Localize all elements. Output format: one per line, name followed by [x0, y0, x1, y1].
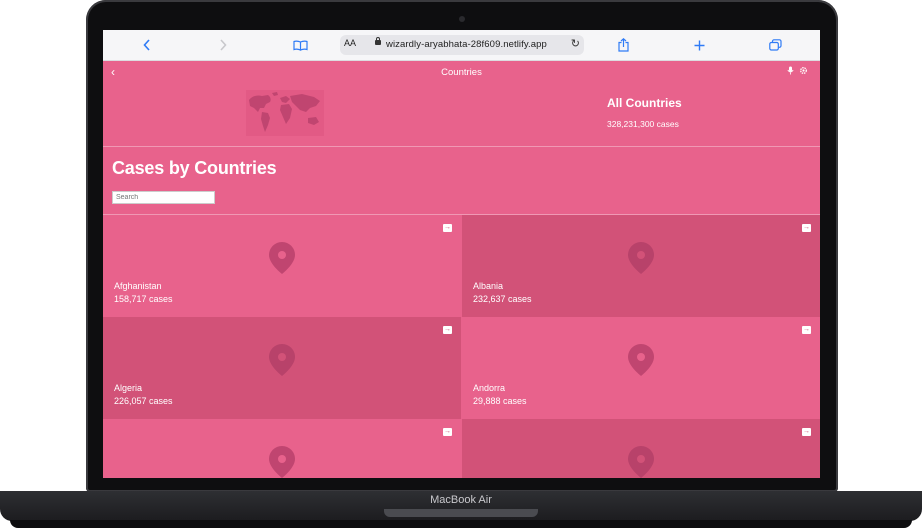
country-cases: 158,717 cases — [114, 294, 173, 304]
url-text: wizardly-aryabhata-28f609.netlify.app — [386, 39, 547, 50]
country-card[interactable]: → Albania 232,637 cases — [462, 215, 820, 317]
reload-icon[interactable]: ↻ — [571, 37, 580, 50]
arrow-right-icon[interactable]: → — [443, 326, 452, 334]
screen: AA wizardly-aryabhata-28f609.netlify.app… — [103, 30, 820, 478]
country-name: Algeria — [114, 383, 143, 393]
page-title: Countries — [441, 67, 482, 78]
country-card[interactable]: → — [462, 419, 820, 478]
country-name: Afghanistan — [114, 281, 162, 291]
laptop-base: MacBook Air — [0, 491, 922, 521]
camera — [459, 16, 465, 22]
map-pin-icon — [628, 242, 654, 274]
gear-icon[interactable] — [799, 66, 808, 77]
chevron-right-icon[interactable] — [213, 35, 233, 55]
hero-cases: 328,231,300 cases — [607, 119, 679, 129]
map-pin-icon — [628, 446, 654, 478]
map-pin-icon — [269, 242, 295, 274]
world-map-image — [246, 90, 324, 136]
tabs-icon[interactable] — [765, 35, 785, 55]
country-cases: 226,057 cases — [114, 396, 173, 406]
address-bar[interactable]: AA wizardly-aryabhata-28f609.netlify.app… — [340, 35, 584, 55]
hero-title: All Countries — [607, 96, 682, 110]
browser-toolbar: AA wizardly-aryabhata-28f609.netlify.app… — [103, 30, 820, 61]
plus-icon[interactable] — [689, 35, 709, 55]
map-pin-icon — [269, 446, 295, 478]
country-card[interactable]: → Algeria 226,057 cases — [103, 317, 461, 419]
microphone-icon[interactable] — [787, 66, 794, 77]
summary-hero: All Countries 328,231,300 cases — [103, 86, 820, 147]
arrow-right-icon[interactable]: → — [802, 326, 811, 334]
text-size-button[interactable]: AA — [344, 38, 356, 48]
search-input[interactable] — [112, 191, 215, 204]
country-card[interactable]: → Afghanistan 158,717 cases — [103, 215, 461, 317]
lock-icon — [375, 37, 381, 45]
arrow-right-icon[interactable]: → — [802, 224, 811, 232]
country-card[interactable]: → — [103, 419, 461, 478]
app-header: ‹ Countries — [103, 60, 820, 86]
map-pin-icon — [628, 344, 654, 376]
country-cases: 29,888 cases — [473, 396, 527, 406]
arrow-right-icon[interactable]: → — [443, 224, 452, 232]
arrow-right-icon[interactable]: → — [443, 428, 452, 436]
book-icon[interactable] — [290, 35, 310, 55]
laptop-notch — [384, 509, 538, 517]
device-label: MacBook Air — [430, 494, 492, 506]
share-icon[interactable] — [613, 35, 633, 55]
arrow-right-icon[interactable]: → — [802, 428, 811, 436]
country-name: Andorra — [473, 383, 506, 393]
map-pin-icon — [269, 344, 295, 376]
country-name: Albania — [473, 281, 504, 291]
country-cases: 232,637 cases — [473, 294, 532, 304]
section-title: Cases by Countries — [112, 158, 277, 178]
chevron-left-icon[interactable] — [137, 35, 157, 55]
country-card[interactable]: → Andorra 29,888 cases — [462, 317, 820, 419]
laptop-base-edge — [10, 520, 912, 528]
